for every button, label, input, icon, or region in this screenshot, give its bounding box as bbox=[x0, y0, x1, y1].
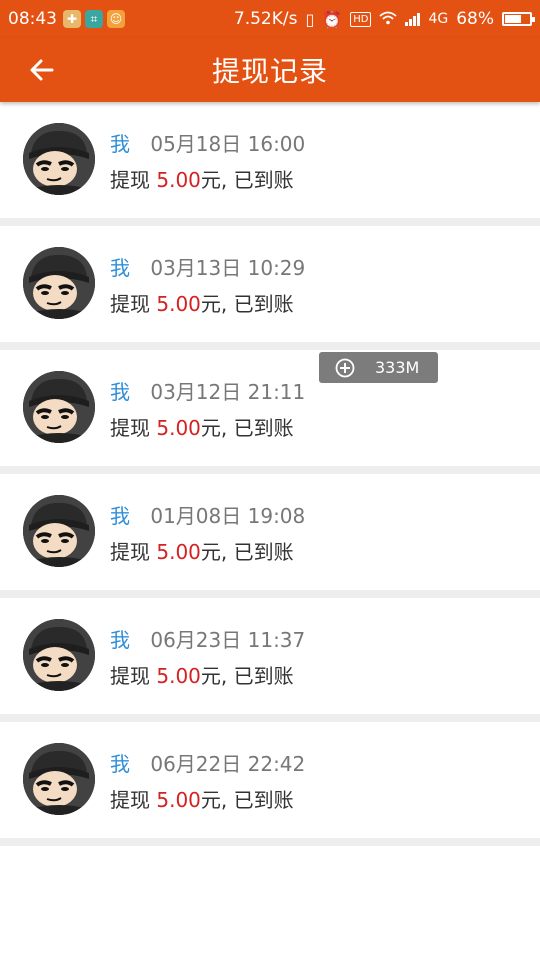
cartoon-avatar-icon bbox=[23, 371, 95, 443]
record-description: 提现 5.00元, 已到账 bbox=[110, 412, 294, 441]
notification-scan-icon: ⌗ bbox=[85, 10, 103, 28]
record-item[interactable]: 我 05月18日 16:00 提现 5.00元, 已到账 bbox=[0, 102, 540, 226]
record-amount: 5.00 bbox=[156, 416, 201, 440]
cartoon-avatar-icon bbox=[23, 619, 95, 691]
status-bar: 08:43 ✚ ⌗ ☺ 7.52K/s ▯ ⏰ HD 4G 68% bbox=[0, 0, 540, 38]
signal-icon bbox=[405, 12, 421, 26]
wifi-icon bbox=[379, 10, 398, 29]
record-description: 提现 5.00元, 已到账 bbox=[110, 660, 294, 689]
record-item[interactable]: 我 01月08日 19:08 提现 5.00元, 已到账 bbox=[0, 474, 540, 598]
record-header: 我 03月12日 21:11 bbox=[110, 376, 305, 405]
record-description: 提现 5.00元, 已到账 bbox=[110, 164, 294, 193]
record-user: 我 bbox=[110, 132, 130, 156]
record-time: 01月08日 19:08 bbox=[150, 504, 306, 528]
record-amount: 5.00 bbox=[156, 540, 201, 564]
avatar bbox=[23, 743, 95, 815]
vibrate-icon: ▯ bbox=[305, 9, 315, 29]
record-amount: 5.00 bbox=[156, 292, 201, 316]
record-item[interactable]: 我 06月23日 11:37 提现 5.00元, 已到账 bbox=[0, 598, 540, 722]
record-prefix: 提现 bbox=[110, 416, 157, 440]
record-prefix: 提现 bbox=[110, 788, 157, 812]
record-header: 我 06月23日 11:37 bbox=[110, 624, 305, 653]
avatar bbox=[23, 619, 95, 691]
cartoon-avatar-icon bbox=[23, 495, 95, 567]
hd-icon: HD bbox=[350, 11, 372, 27]
avatar bbox=[23, 123, 95, 195]
record-prefix: 提现 bbox=[110, 292, 157, 316]
record-prefix: 提现 bbox=[110, 664, 157, 688]
battery-level bbox=[505, 15, 521, 23]
record-time: 03月13日 10:29 bbox=[150, 256, 306, 280]
record-amount: 5.00 bbox=[156, 788, 201, 812]
record-header: 我 05月18日 16:00 bbox=[110, 128, 305, 157]
avatar bbox=[23, 371, 95, 443]
record-time: 03月12日 21:11 bbox=[150, 380, 306, 404]
record-user: 我 bbox=[110, 628, 130, 652]
cartoon-avatar-icon bbox=[23, 743, 95, 815]
record-description: 提现 5.00元, 已到账 bbox=[110, 288, 294, 317]
record-item[interactable]: 我 03月13日 10:29 提现 5.00元, 已到账 bbox=[0, 226, 540, 350]
record-status: 元, 已到账 bbox=[200, 416, 294, 440]
record-status: 元, 已到账 bbox=[200, 664, 294, 688]
avatar bbox=[23, 495, 95, 567]
page-title: 提现记录 bbox=[211, 55, 328, 88]
app-bar: 提现记录 bbox=[0, 38, 540, 102]
record-status: 元, 已到账 bbox=[200, 788, 294, 812]
record-status: 元, 已到账 bbox=[200, 168, 294, 192]
network-speed: 7.52K/s bbox=[233, 9, 298, 29]
record-user: 我 bbox=[110, 504, 130, 528]
record-user: 我 bbox=[110, 380, 130, 404]
memory-boost-badge[interactable]: 333M bbox=[319, 352, 438, 383]
memory-label: 333M bbox=[375, 358, 420, 377]
record-item[interactable]: 我 03月12日 21:11 提现 5.00元, 已到账 bbox=[0, 350, 540, 474]
battery-percent: 68% bbox=[456, 9, 494, 29]
avatar bbox=[23, 247, 95, 319]
record-user: 我 bbox=[110, 752, 130, 776]
cartoon-avatar-icon bbox=[23, 123, 95, 195]
record-status: 元, 已到账 bbox=[200, 540, 294, 564]
record-header: 我 06月22日 22:42 bbox=[110, 748, 305, 777]
notification-app-icon: ✚ bbox=[63, 10, 81, 28]
cartoon-avatar-icon bbox=[23, 247, 95, 319]
record-item[interactable]: 我 06月22日 22:42 提现 5.00元, 已到账 bbox=[0, 722, 540, 846]
record-amount: 5.00 bbox=[156, 168, 201, 192]
status-time: 08:43 bbox=[8, 9, 57, 29]
record-status: 元, 已到账 bbox=[200, 292, 294, 316]
status-right-group: 7.52K/s ▯ ⏰ HD 4G 68% bbox=[233, 9, 535, 29]
back-button[interactable] bbox=[22, 50, 62, 90]
record-time: 06月23日 11:37 bbox=[150, 628, 306, 652]
boost-plus-icon bbox=[335, 358, 355, 377]
record-time: 06月22日 22:42 bbox=[150, 752, 306, 776]
record-user: 我 bbox=[110, 256, 130, 280]
arrow-left-icon bbox=[30, 59, 54, 81]
record-amount: 5.00 bbox=[156, 664, 201, 688]
record-header: 我 01月08日 19:08 bbox=[110, 500, 305, 529]
record-description: 提现 5.00元, 已到账 bbox=[110, 536, 294, 565]
record-description: 提现 5.00元, 已到账 bbox=[110, 784, 294, 813]
record-prefix: 提现 bbox=[110, 168, 157, 192]
record-prefix: 提现 bbox=[110, 540, 157, 564]
notification-app-icon: ☺ bbox=[107, 10, 125, 28]
record-time: 05月18日 16:00 bbox=[150, 132, 306, 156]
record-header: 我 03月13日 10:29 bbox=[110, 252, 305, 281]
battery-icon bbox=[502, 12, 535, 26]
withdrawal-record-list: 我 05月18日 16:00 提现 5.00元, 已到账 我 03月13日 10… bbox=[0, 102, 540, 846]
network-type: 4G bbox=[428, 11, 449, 27]
alarm-icon: ⏰ bbox=[322, 9, 343, 29]
